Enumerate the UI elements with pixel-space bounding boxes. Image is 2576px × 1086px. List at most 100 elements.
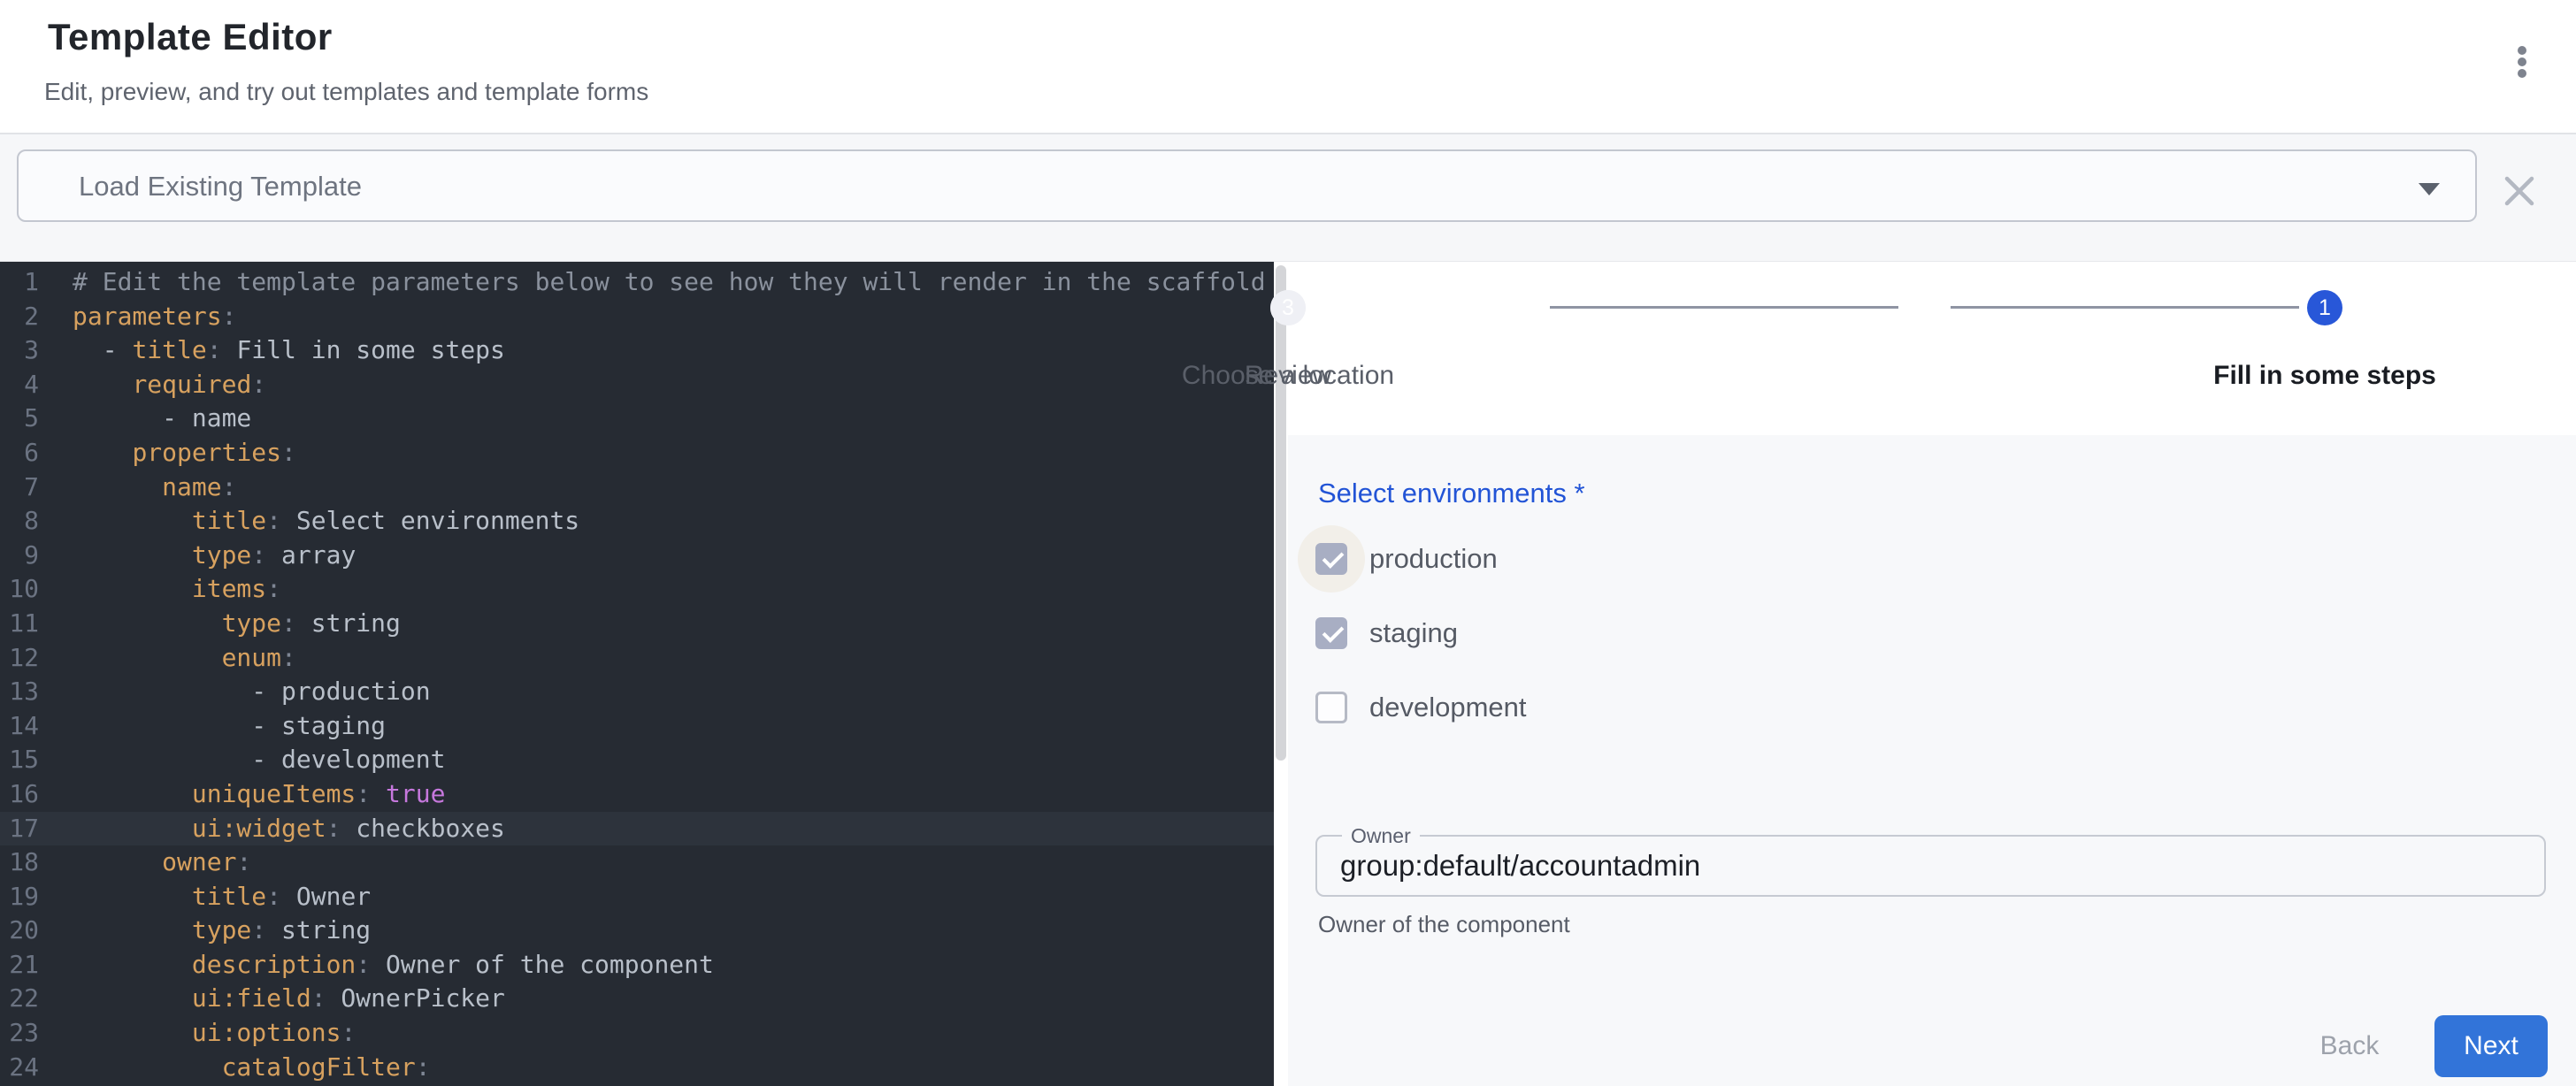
checkbox-label[interactable]: staging bbox=[1369, 617, 1458, 649]
environment-option-staging[interactable]: staging bbox=[1288, 596, 1907, 670]
back-button[interactable]: Back bbox=[2296, 1015, 2403, 1077]
code-area[interactable]: 1# Edit the template parameters below to… bbox=[0, 262, 1274, 1086]
line-number: 20 bbox=[0, 914, 39, 948]
code-line-text: description: Owner of the component bbox=[39, 948, 714, 983]
environment-option-production[interactable]: production bbox=[1288, 522, 1907, 596]
code-line: 4 required: bbox=[0, 368, 1274, 402]
code-line-text: - production bbox=[39, 675, 431, 709]
line-number: 17 bbox=[0, 812, 39, 846]
checkbox-unchecked-icon[interactable] bbox=[1315, 692, 1347, 723]
code-line: 2parameters: bbox=[0, 300, 1274, 334]
code-line: 7 name: bbox=[0, 470, 1274, 505]
line-number: 6 bbox=[0, 436, 39, 470]
code-line-text: title: Select environments bbox=[39, 504, 579, 539]
code-line: 3 - title: Fill in some steps bbox=[0, 333, 1274, 368]
checkbox-checked-icon[interactable] bbox=[1315, 543, 1347, 575]
code-line-text: catalogFilter: bbox=[39, 1051, 431, 1085]
code-line: 15 - development bbox=[0, 743, 1274, 777]
line-number: 4 bbox=[0, 368, 39, 402]
code-line-text: properties: bbox=[39, 436, 296, 470]
kebab-vertical-icon bbox=[2518, 46, 2526, 55]
line-number: 11 bbox=[0, 607, 39, 641]
code-line-text: items: bbox=[39, 572, 281, 607]
line-number: 8 bbox=[0, 504, 39, 539]
owner-helper-text: Owner of the component bbox=[1318, 911, 1570, 938]
line-number: 14 bbox=[0, 709, 39, 744]
code-line-text: required: bbox=[39, 368, 266, 402]
code-line: 13 - production bbox=[0, 675, 1274, 709]
code-line-text: type: array bbox=[39, 539, 356, 573]
checkbox-label[interactable]: production bbox=[1369, 543, 1498, 575]
caret-down-icon bbox=[2419, 183, 2440, 195]
step-label: Review bbox=[1245, 361, 1331, 391]
code-line-text: type: string bbox=[39, 914, 371, 948]
line-number: 12 bbox=[0, 641, 39, 676]
code-line-text: title: Owner bbox=[39, 880, 371, 914]
environment-option-development[interactable]: development bbox=[1288, 670, 1907, 745]
code-line: 8 title: Select environments bbox=[0, 504, 1274, 539]
load-existing-template-select[interactable]: Load Existing Template bbox=[17, 149, 2477, 222]
code-line: 23 ui:options: bbox=[0, 1016, 1274, 1051]
code-line: 6 properties: bbox=[0, 436, 1274, 470]
line-number: 22 bbox=[0, 982, 39, 1016]
editor-scrollbar-thumb[interactable] bbox=[1276, 265, 1286, 761]
step-number-badge: 1 bbox=[2307, 290, 2342, 325]
code-line-text: # Edit the template parameters below to … bbox=[39, 265, 1266, 300]
stepper: 1Fill in some steps2Choose a location3Re… bbox=[1288, 262, 2576, 435]
code-line: 12 enum: bbox=[0, 641, 1274, 676]
checkbox-checked-icon[interactable] bbox=[1315, 617, 1347, 649]
code-line: 1# Edit the template parameters below to… bbox=[0, 265, 1274, 300]
clear-template-button[interactable] bbox=[2498, 170, 2541, 212]
page-subtitle: Edit, preview, and try out templates and… bbox=[44, 78, 648, 106]
code-line-text: - name bbox=[39, 402, 251, 436]
line-number: 24 bbox=[0, 1051, 39, 1085]
code-line: 5 - name bbox=[0, 402, 1274, 436]
template-form-panel: 1Fill in some steps2Choose a location3Re… bbox=[1288, 262, 2576, 1086]
code-line: 19 title: Owner bbox=[0, 880, 1274, 914]
kebab-vertical-icon bbox=[2518, 57, 2526, 66]
next-button[interactable]: Next bbox=[2434, 1015, 2548, 1077]
code-line-text: owner: bbox=[39, 845, 251, 880]
code-line-text: - staging bbox=[39, 709, 386, 744]
line-number: 13 bbox=[0, 675, 39, 709]
code-line: 9 type: array bbox=[0, 539, 1274, 573]
template-code-editor[interactable]: 1# Edit the template parameters below to… bbox=[0, 262, 1288, 1086]
code-line: 20 type: string bbox=[0, 914, 1274, 948]
line-number: 5 bbox=[0, 402, 39, 436]
line-number: 7 bbox=[0, 470, 39, 505]
stepper-connector bbox=[1951, 306, 2299, 309]
more-options-button[interactable] bbox=[2493, 32, 2549, 94]
code-line-text: ui:options: bbox=[39, 1016, 356, 1051]
code-line: 14 - staging bbox=[0, 709, 1274, 744]
line-number: 19 bbox=[0, 880, 39, 914]
line-number: 3 bbox=[0, 333, 39, 368]
code-line-text: uniqueItems: true bbox=[39, 777, 445, 812]
form-step-fill-in-some-steps: Select environments * production staging d… bbox=[1288, 435, 2576, 1086]
code-line-text: name: bbox=[39, 470, 236, 505]
line-number: 15 bbox=[0, 743, 39, 777]
code-line-text: ui:widget: checkboxes bbox=[39, 812, 505, 846]
kebab-vertical-icon bbox=[2518, 69, 2526, 78]
load-existing-template-placeholder: Load Existing Template bbox=[79, 171, 362, 203]
code-line-text: - development bbox=[39, 743, 445, 777]
line-number: 9 bbox=[0, 539, 39, 573]
stepper-connector bbox=[1550, 306, 1898, 309]
page-header: Template Editor Edit, preview, and try o… bbox=[0, 0, 2576, 133]
code-line: 24 catalogFilter: bbox=[0, 1051, 1274, 1085]
code-line: 10 items: bbox=[0, 572, 1274, 607]
page-title: Template Editor bbox=[48, 16, 333, 58]
step-number-badge: 3 bbox=[1270, 290, 1306, 325]
code-line: 17 ui:widget: checkboxes bbox=[0, 812, 1274, 846]
close-icon bbox=[2498, 170, 2541, 212]
code-line-text: ui:field: OwnerPicker bbox=[39, 982, 505, 1016]
code-line: 22 ui:field: OwnerPicker bbox=[0, 982, 1274, 1016]
owner-input[interactable] bbox=[1317, 837, 2544, 895]
checkbox-label[interactable]: development bbox=[1369, 692, 1527, 723]
line-number: 21 bbox=[0, 948, 39, 983]
select-environments-label: Select environments * bbox=[1318, 478, 1585, 509]
line-number: 2 bbox=[0, 300, 39, 334]
code-line-text: enum: bbox=[39, 641, 296, 676]
line-number: 23 bbox=[0, 1016, 39, 1051]
owner-field[interactable]: Owner bbox=[1315, 835, 2546, 897]
code-line: 16 uniqueItems: true bbox=[0, 777, 1274, 812]
